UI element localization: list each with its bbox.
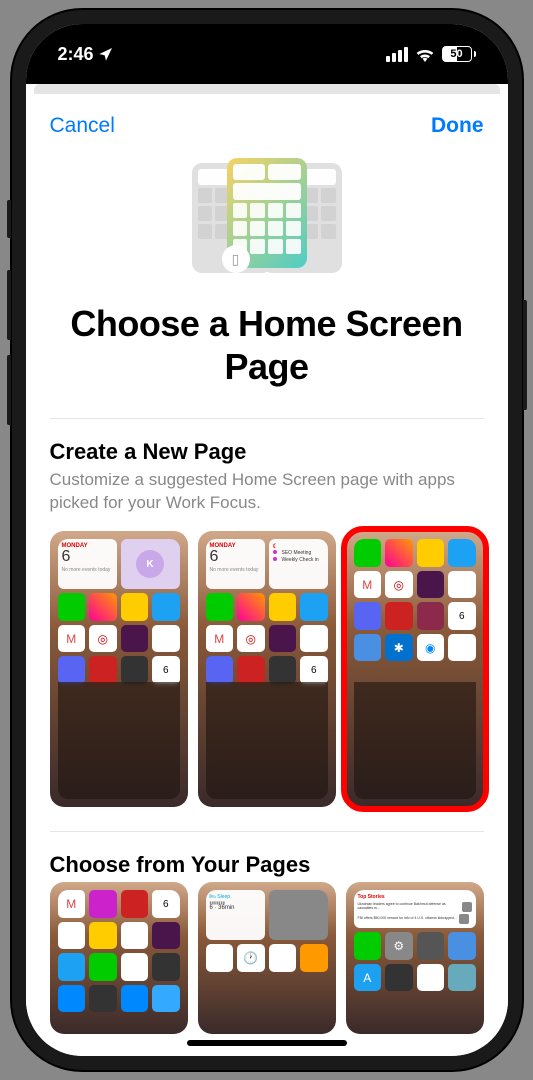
- done-button[interactable]: Done: [431, 114, 484, 138]
- home-indicator[interactable]: [187, 1040, 347, 1046]
- calendar-widget: MONDAY6No more events today: [58, 539, 117, 589]
- mute-switch: [7, 200, 11, 238]
- modal-grabber-background: [34, 84, 500, 94]
- location-icon: [98, 46, 114, 62]
- create-section-description: Customize a suggested Home Screen page w…: [50, 469, 484, 515]
- existing-page-3[interactable]: Top Stories Ukrainian leaders agree to c…: [346, 882, 484, 1034]
- suggested-page-2[interactable]: MONDAY6No more events today ☾SEO Meeting…: [198, 531, 336, 807]
- page-title: Choose a Home Screen Page: [26, 302, 508, 418]
- choose-section-title: Choose from Your Pages: [50, 852, 484, 878]
- modal-content: Cancel Done ▯ Choose a Home Screen Page …: [26, 84, 508, 1056]
- battery-icon: 50: [442, 46, 476, 62]
- cancel-button[interactable]: Cancel: [50, 114, 115, 138]
- screen: 2:46 50 Cancel Done: [26, 24, 508, 1056]
- news-widget: Top Stories Ukrainian leaders agree to c…: [354, 890, 476, 928]
- wifi-icon: [415, 47, 435, 62]
- existing-page-2[interactable]: 🛏 Sleep▮▮▮▮▮▮▮6 · 36min 🕐: [198, 882, 336, 1034]
- create-section-title: Create a New Page: [50, 439, 484, 465]
- suggested-thumbnails: MONDAY6No more events today K M◎ 6: [50, 531, 484, 807]
- sleep-widget: 🛏 Sleep▮▮▮▮▮▮▮6 · 36min: [206, 890, 265, 940]
- modal-header: Cancel Done: [26, 94, 508, 148]
- existing-page-1[interactable]: M6: [50, 882, 188, 1034]
- blank-widget: [269, 890, 328, 940]
- volume-up-button: [7, 270, 11, 340]
- choose-section: Choose from Your Pages M6: [26, 832, 508, 1056]
- calendar-widget: MONDAY6No more events today: [206, 539, 265, 589]
- suggested-page-1[interactable]: MONDAY6No more events today K M◎ 6: [50, 531, 188, 807]
- status-time: 2:46: [58, 44, 94, 65]
- phone-frame: 2:46 50 Cancel Done: [12, 10, 522, 1070]
- reminders-widget: ☾SEO MeetingWeekly Check in: [269, 539, 328, 589]
- focus-badge-icon: ▯: [222, 245, 250, 273]
- hero-icon: ▯: [26, 158, 508, 278]
- suggested-page-3[interactable]: M◎ 6 ✱◉: [346, 531, 484, 807]
- power-button: [523, 300, 527, 410]
- volume-down-button: [7, 355, 11, 425]
- create-section: Create a New Page Customize a suggested …: [26, 419, 508, 831]
- contact-widget: K: [121, 539, 180, 589]
- dynamic-island: [196, 40, 338, 80]
- cellular-signal-icon: [386, 47, 408, 62]
- existing-thumbnails: M6 🛏 Sleep▮▮▮▮▮▮▮6 · 36min: [50, 882, 484, 1034]
